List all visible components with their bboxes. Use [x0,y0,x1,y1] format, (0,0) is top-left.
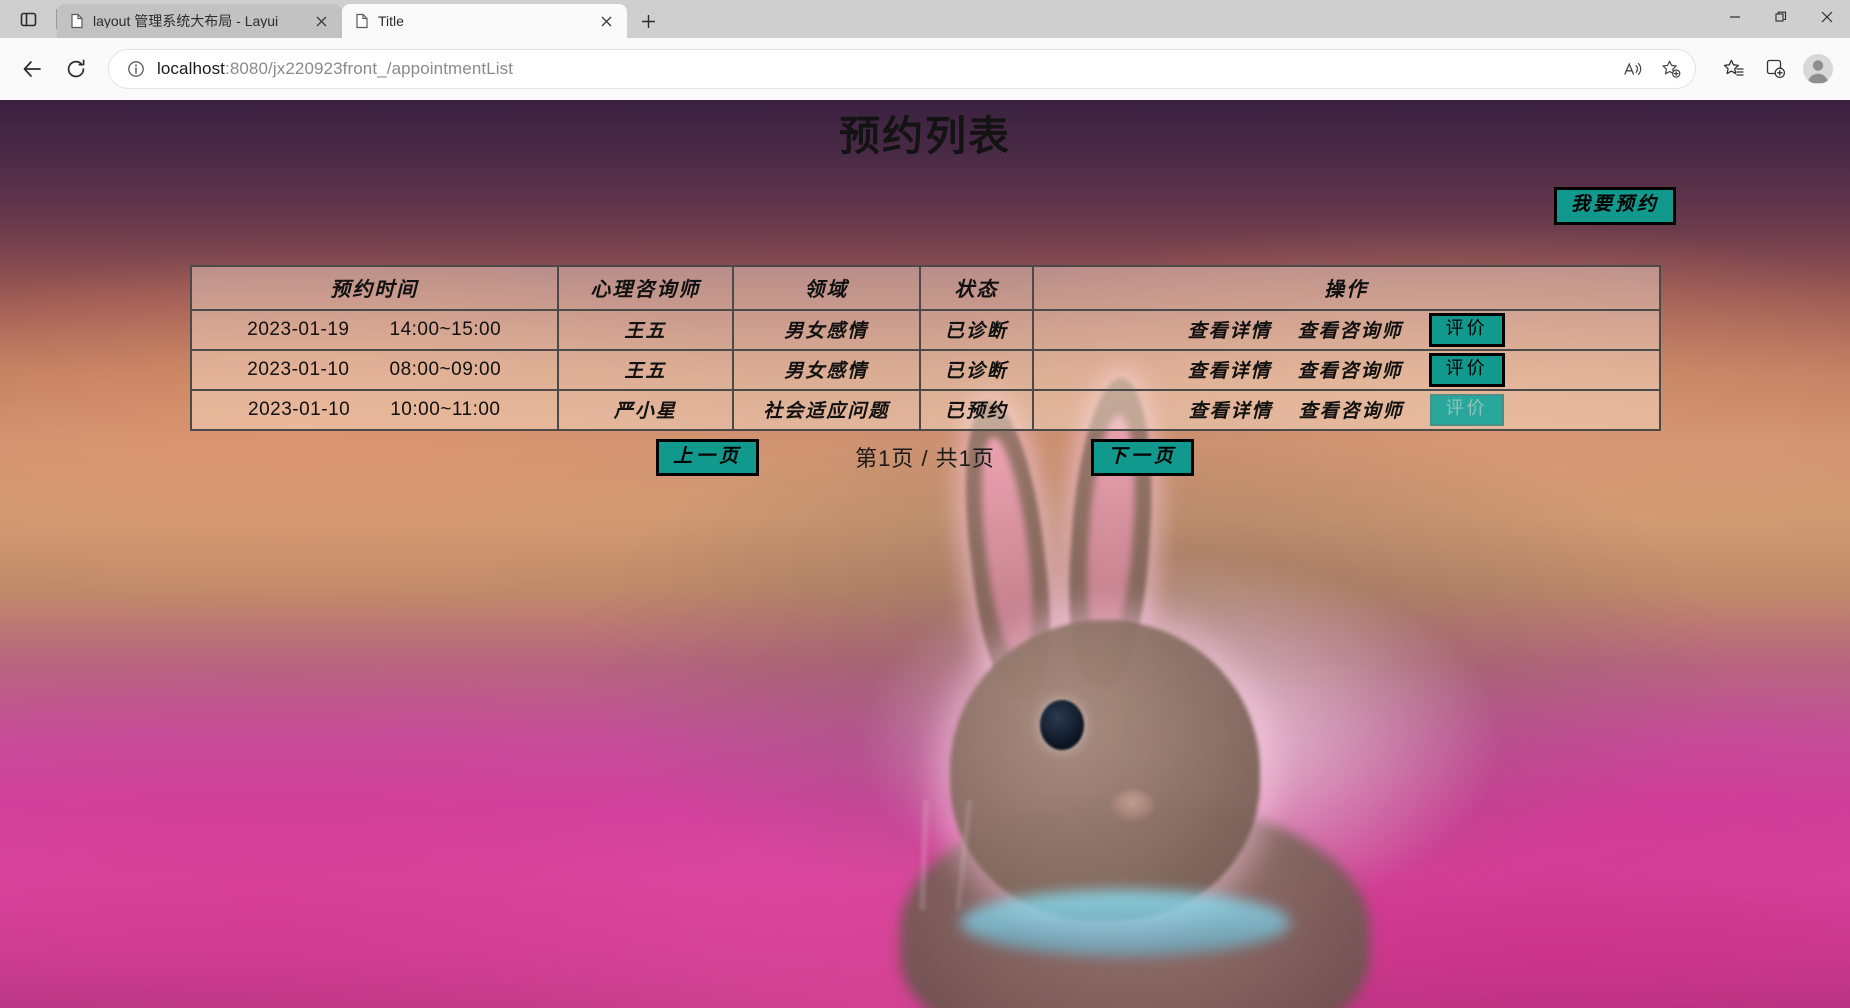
restore-icon [1775,11,1787,22]
cell-status: 已诊断 [919,308,1034,351]
view-counselor-link[interactable]: 查看咨询师 [1298,356,1403,383]
appointment-time: 14:00~15:00 [389,318,502,340]
appointment-date: 2023-01-19 [247,318,350,340]
address-bar[interactable]: localhost:8080/jx220923front_/appointmen… [108,49,1696,89]
vertical-tabs-icon [20,12,36,26]
cell-appointment-time: 2023-01-10 10:00~11:00 [189,388,560,431]
cell-counselor: 王五 [557,308,734,351]
url-host: localhost [157,59,225,78]
evaluate-button[interactable]: 评价 [1428,353,1505,387]
window-controls [1712,0,1850,34]
table-row: 2023-01-10 08:00~09:00 王五 男女感情 已诊断 查看详情 查… [189,348,1661,391]
page-viewport: 预约列表 我要预约 预约时间 心理咨询师 领域 状态 操作 2023-01-19… [0,100,1850,1008]
column-header-counselor: 心理咨询师 [557,264,734,311]
favorites-icon[interactable] [1714,49,1754,89]
cell-field: 男女感情 [731,348,922,391]
tab-close-button[interactable] [310,10,332,32]
url-path: :8080/jx220923front_/appointmentList [225,59,514,78]
tab-actions-button[interactable] [0,0,56,38]
title-bar: layout 管理系统大布局 - Layui Title [0,0,1850,38]
close-button[interactable] [1804,0,1850,34]
table-header-row: 预约时间 心理咨询师 领域 状态 操作 [189,264,1661,311]
book-appointment-row: 我要预约 [96,187,1754,225]
column-header-status: 状态 [919,264,1034,311]
read-aloud-icon[interactable] [1615,52,1651,86]
column-header-operations: 操作 [1031,264,1661,311]
cell-field: 男女感情 [731,308,922,351]
column-header-time: 预约时间 [189,264,560,311]
column-header-field: 领域 [731,264,922,311]
cell-operations: 查看详情 查看咨询师 评价 [1031,308,1661,351]
table-row: 2023-01-19 14:00~15:00 王五 男女感情 已诊断 查看详情 查… [189,308,1661,351]
page-content: 预约列表 我要预约 预约时间 心理咨询师 领域 状态 操作 2023-01-19… [0,100,1850,1008]
appointment-time: 10:00~11:00 [390,398,501,420]
browser-tab-1[interactable]: layout 管理系统大布局 - Layui [57,4,342,38]
tab-title: Title [378,14,404,28]
next-page-button[interactable]: 下一页 [1090,438,1194,476]
cell-status: 已诊断 [919,348,1034,391]
appointment-date: 2023-01-10 [248,398,351,420]
cell-appointment-time: 2023-01-10 08:00~09:00 [189,348,560,391]
new-tab-button[interactable] [631,4,665,38]
tab-strip: layout 管理系统大布局 - Layui Title [0,0,1850,38]
view-detail-link[interactable]: 查看详情 [1188,356,1272,383]
address-bar-actions [1615,52,1689,86]
prev-page-button[interactable]: 上一页 [656,438,760,476]
table-row: 2023-01-10 10:00~11:00 严小星 社会适应问题 已预约 查看详… [189,388,1661,431]
cell-counselor: 严小星 [557,388,734,431]
appointment-date: 2023-01-10 [247,358,350,380]
plus-icon [641,14,655,28]
reload-icon [67,59,85,78]
page-icon [354,13,370,29]
cell-operations: 查看详情 查看咨询师 评价 [1031,348,1661,391]
cell-operations: 查看详情 查看咨询师 评价 [1031,388,1661,431]
collections-icon[interactable] [1756,49,1796,89]
avatar [1803,54,1833,84]
browser-window: layout 管理系统大布局 - Layui Title localhost:8… [0,0,1850,1008]
page-info: 第1页 / 共1页 [855,446,995,472]
tab-title: layout 管理系统大布局 - Layui [93,14,279,28]
arrow-left-icon [23,61,41,77]
view-detail-link[interactable]: 查看详情 [1188,316,1272,343]
site-info-icon[interactable] [123,60,149,78]
cell-status: 已预约 [919,388,1034,431]
appointment-table: 预约时间 心理咨询师 领域 状态 操作 2023-01-19 14:00~15:0… [189,264,1661,431]
cell-counselor: 王五 [557,348,734,391]
view-counselor-link[interactable]: 查看咨询师 [1298,316,1403,343]
page-title: 预约列表 [839,113,1011,159]
reload-button[interactable] [56,49,96,89]
tab-close-button[interactable] [595,10,617,32]
pagination: 上一页 第1页 / 共1页 下一页 [190,438,1661,476]
toolbar-right [1708,49,1838,89]
appointment-time: 08:00~09:00 [389,358,502,380]
navigation-bar: localhost:8080/jx220923front_/appointmen… [0,38,1850,100]
address-bar-text: localhost:8080/jx220923front_/appointmen… [149,59,1615,79]
cell-field: 社会适应问题 [731,388,922,431]
browser-tab-2[interactable]: Title [342,4,627,38]
add-favorite-icon[interactable] [1653,52,1689,86]
maximize-restore-button[interactable] [1758,0,1804,34]
minimize-button[interactable] [1712,0,1758,34]
page-icon [69,13,85,29]
back-button[interactable] [12,49,52,89]
evaluate-button-disabled: 评价 [1429,394,1504,426]
evaluate-button[interactable]: 评价 [1428,313,1505,347]
profile-button[interactable] [1798,49,1838,89]
cell-appointment-time: 2023-01-19 14:00~15:00 [189,308,560,351]
view-counselor-link[interactable]: 查看咨询师 [1299,396,1404,423]
view-detail-link[interactable]: 查看详情 [1189,396,1273,423]
book-appointment-button[interactable]: 我要预约 [1553,187,1676,225]
